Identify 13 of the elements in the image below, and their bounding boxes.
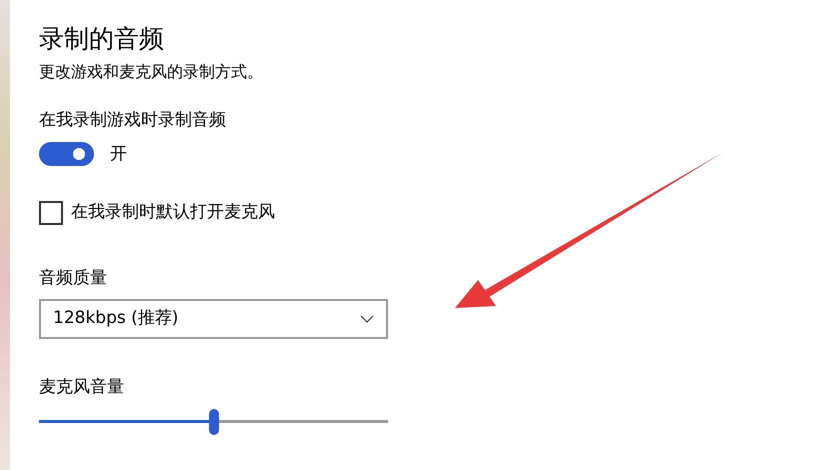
setting-label: 音频质量 — [39, 266, 108, 290]
section-title: 录制的音频 — [39, 23, 165, 55]
toggle-switch[interactable] — [39, 142, 94, 166]
checkbox[interactable] — [39, 200, 63, 225]
toggle-state: 开 — [110, 142, 127, 166]
section-description: 更改游戏和麦克风的录制方式。 — [39, 61, 264, 83]
checkbox-label: 在我录制时默认打开麦克风 — [71, 201, 275, 224]
setting-label: 麦克风音量 — [39, 376, 125, 399]
setting-label: 在我录制游戏时录制音频 — [39, 109, 227, 132]
dropdown[interactable]: 128kbps (推荐) — [39, 299, 388, 339]
chevron-down-icon — [360, 315, 374, 323]
volume-slider[interactable] — [39, 408, 388, 432]
slider-thumb[interactable] — [208, 408, 218, 434]
